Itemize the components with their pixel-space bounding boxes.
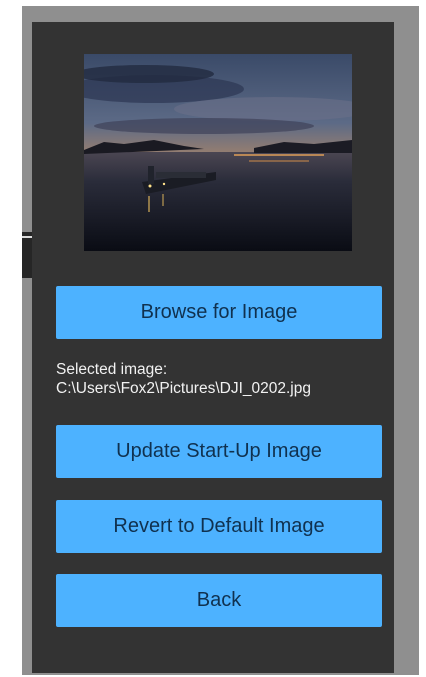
side-handle (22, 232, 32, 278)
update-startup-image-button[interactable]: Update Start-Up Image (56, 425, 382, 478)
image-preview (84, 54, 352, 251)
revert-default-image-button[interactable]: Revert to Default Image (56, 500, 382, 553)
sunset-ship-photo-icon (84, 54, 352, 251)
selected-image-label: Selected image: (56, 361, 168, 378)
browse-image-button[interactable]: Browse for Image (56, 286, 382, 339)
back-button[interactable]: Back (56, 574, 382, 627)
selected-image-path: C:\Users\Fox2\Pictures\DJI_0202.jpg (56, 380, 311, 397)
selected-image-info: Selected image: C:\Users\Fox2\Pictures\D… (56, 360, 396, 398)
